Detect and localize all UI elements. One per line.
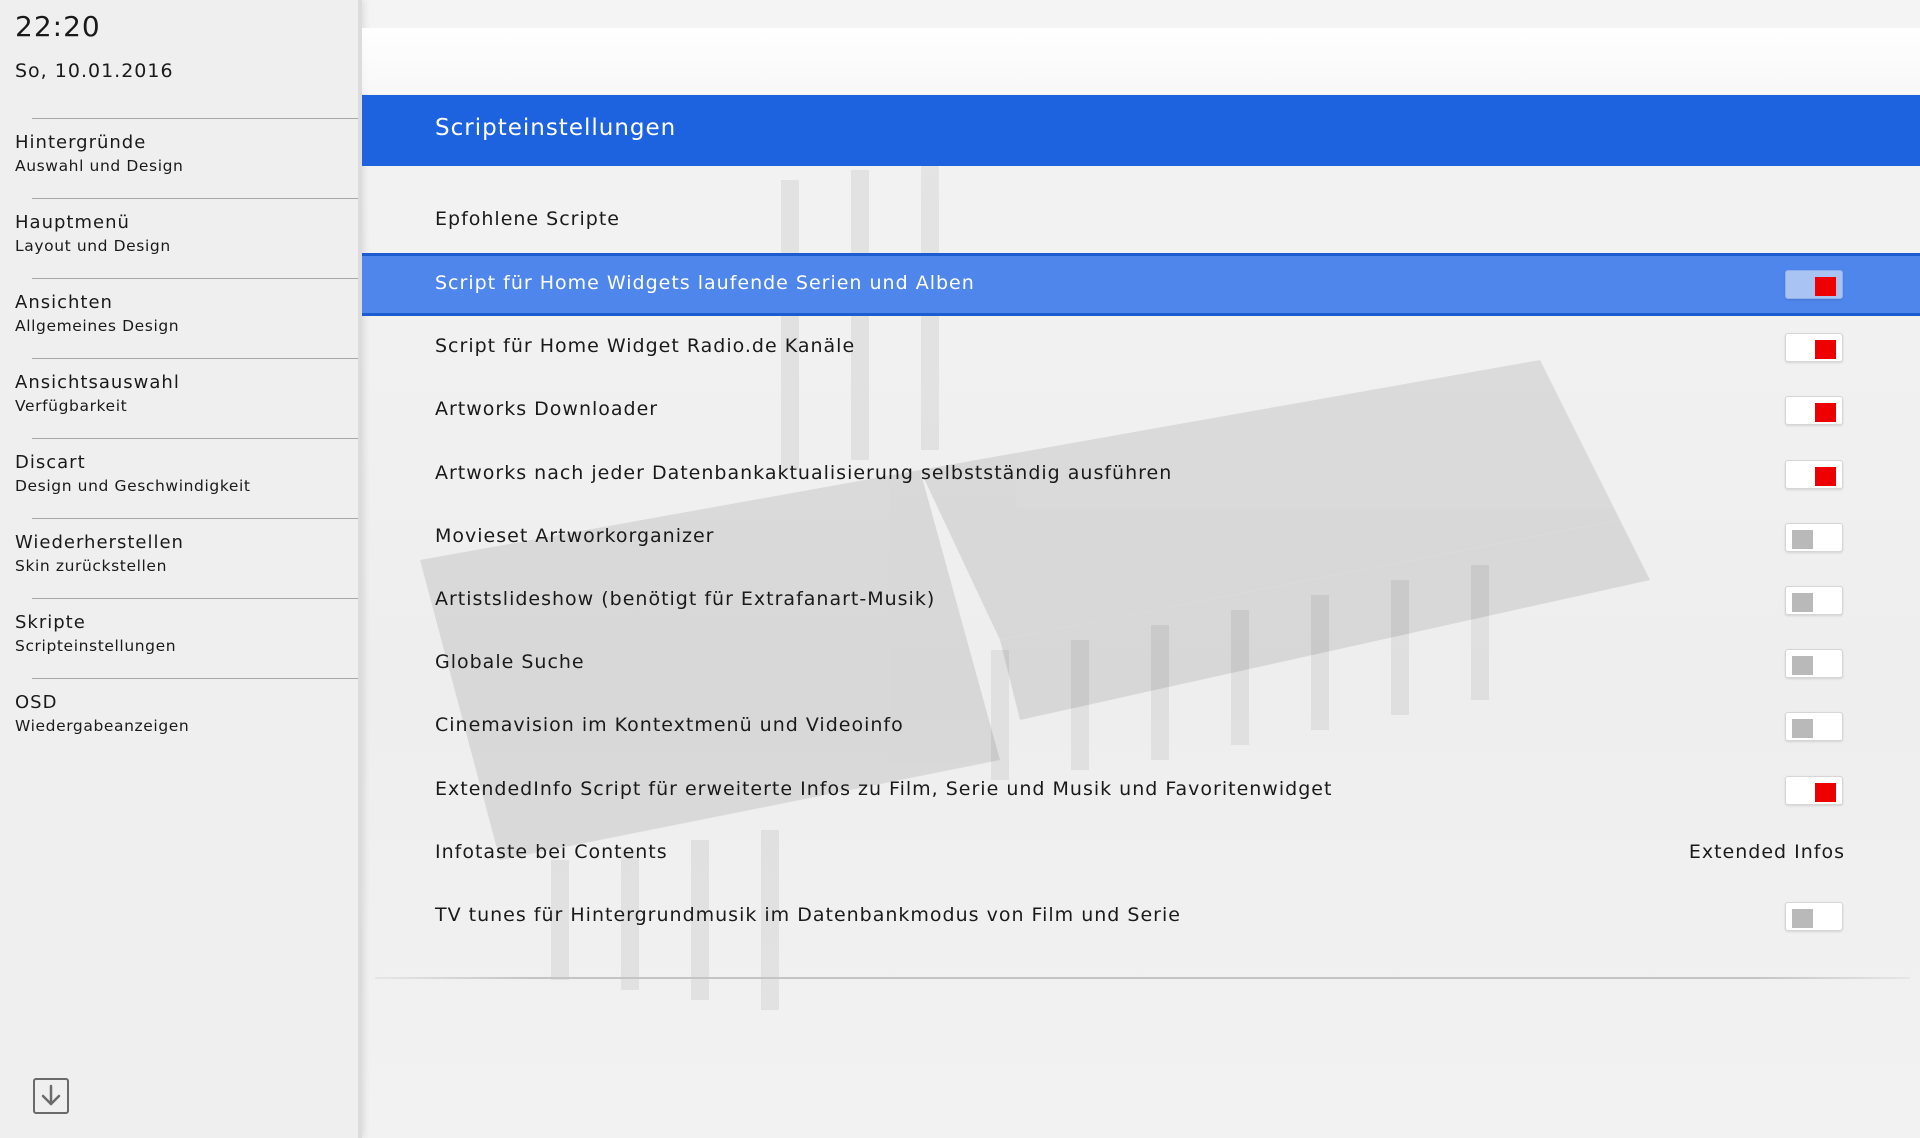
sidebar-item-wiederherstellen[interactable]: Wiederherstellen Skin zurückstellen [15, 518, 358, 598]
setting-row-movieset[interactable]: Movieset Artworkorganizer [362, 506, 1920, 569]
setting-label: Infotaste bei Contents [435, 840, 668, 863]
top-strip [362, 28, 1920, 94]
toggle-switch[interactable] [1785, 585, 1843, 615]
sidebar: 22:20 So, 10.01.2016 Hintergründe Auswah… [0, 0, 362, 1138]
setting-row-globale-suche[interactable]: Globale Suche [362, 632, 1920, 695]
header-bar: Scripteinstellungen [362, 95, 1920, 166]
toggle-knob [1792, 592, 1813, 612]
setting-label: ExtendedInfo Script für erweiterte Infos… [435, 777, 1333, 800]
arrow-down-icon [41, 1084, 61, 1106]
sidebar-item-hauptmenue[interactable]: Hauptmenü Layout und Design [15, 198, 358, 278]
scroll-down-button[interactable] [33, 1078, 69, 1114]
setting-row-extendedinfo[interactable]: ExtendedInfo Script für erweiterte Infos… [362, 759, 1920, 822]
sidebar-item-title: Ansichtsauswahl [15, 372, 180, 393]
setting-row-cinemavision[interactable]: Cinemavision im Kontextmenü und Videoinf… [362, 695, 1920, 758]
clock: 22:20 [15, 10, 101, 43]
setting-label: Cinemavision im Kontextmenü und Videoinf… [435, 714, 904, 737]
divider [375, 977, 1910, 979]
sidebar-item-osd[interactable]: OSD Wiedergabeanzeigen [15, 678, 358, 758]
sidebar-item-title: Ansichten [15, 292, 113, 313]
setting-value: Extended Infos [1688, 840, 1845, 863]
toggle-knob [1792, 908, 1813, 928]
toggle-switch[interactable] [1785, 522, 1843, 552]
sidebar-item-subtitle: Design und Geschwindigkeit [15, 477, 251, 495]
toggle-switch[interactable] [1785, 901, 1843, 931]
toggle-knob [1792, 719, 1813, 739]
setting-label: Movieset Artworkorganizer [435, 524, 715, 547]
setting-label: Artworks Downloader [435, 398, 659, 421]
page-title: Scripteinstellungen [435, 115, 677, 141]
sidebar-item-title: Skripte [15, 612, 86, 633]
section-heading: Epfohlene Scripte [435, 208, 620, 230]
date: So, 10.01.2016 [15, 60, 174, 82]
sidebar-item-title: Hauptmenü [15, 212, 130, 233]
sidebar-item-subtitle: Layout und Design [15, 237, 171, 255]
setting-row-artworks-downloader[interactable]: Artworks Downloader [362, 379, 1920, 442]
setting-label: Script für Home Widgets laufende Serien … [435, 272, 975, 294]
sidebar-item-hintergruende[interactable]: Hintergründe Auswahl und Design [15, 118, 358, 198]
toggle-switch[interactable] [1785, 459, 1843, 489]
setting-label: Globale Suche [435, 651, 585, 674]
setting-label: Artworks nach jeder Datenbankaktualisier… [435, 461, 1173, 484]
sidebar-item-skripte[interactable]: Skripte Scripteinstellungen [15, 598, 358, 678]
toggle-knob [1792, 656, 1813, 676]
toggle-knob [1792, 529, 1813, 549]
sidebar-item-discart[interactable]: Discart Design und Geschwindigkeit [15, 438, 358, 518]
sidebar-item-title: OSD [15, 692, 58, 713]
toggle-switch[interactable] [1785, 712, 1843, 742]
sidebar-item-subtitle: Auswahl und Design [15, 157, 184, 175]
toggle-knob [1815, 403, 1836, 423]
sidebar-item-title: Wiederherstellen [15, 532, 184, 553]
toggle-switch[interactable] [1785, 649, 1843, 679]
sidebar-item-ansichten[interactable]: Ansichten Allgemeines Design [15, 278, 358, 358]
toggle-switch[interactable] [1785, 270, 1843, 299]
toggle-switch[interactable] [1785, 775, 1843, 805]
setting-row-infotaste[interactable]: Infotaste bei Contents Extended Infos [362, 822, 1920, 885]
setting-row-home-widgets[interactable]: Script für Home Widgets laufende Serien … [362, 253, 1920, 317]
toggle-switch[interactable] [1785, 396, 1843, 426]
toggle-knob [1815, 340, 1836, 360]
sidebar-nav: Hintergründe Auswahl und Design Hauptmen… [0, 118, 358, 758]
setting-row-artistslideshow[interactable]: Artistslideshow (benötigt für Extrafanar… [362, 569, 1920, 632]
sidebar-item-title: Discart [15, 452, 86, 473]
settings-screen: 22:20 So, 10.01.2016 Hintergründe Auswah… [0, 0, 1920, 1138]
toggle-switch[interactable] [1785, 333, 1843, 363]
setting-label: TV tunes für Hintergrundmusik im Datenba… [435, 903, 1181, 926]
setting-row-tvtunes[interactable]: TV tunes für Hintergrundmusik im Datenba… [362, 885, 1920, 948]
sidebar-item-subtitle: Allgemeines Design [15, 317, 180, 335]
sidebar-item-subtitle: Verfügbarkeit [15, 397, 128, 415]
setting-row-artworks-auto[interactable]: Artworks nach jeder Datenbankaktualisier… [362, 443, 1920, 506]
setting-row-radio-widget[interactable]: Script für Home Widget Radio.de Kanäle [362, 316, 1920, 379]
sidebar-item-subtitle: Wiedergabeanzeigen [15, 717, 190, 735]
sidebar-item-ansichtsauswahl[interactable]: Ansichtsauswahl Verfügbarkeit [15, 358, 358, 438]
toggle-knob [1815, 782, 1836, 802]
sidebar-item-subtitle: Scripteinstellungen [15, 637, 177, 655]
setting-label: Artistslideshow (benötigt für Extrafanar… [435, 587, 936, 610]
sidebar-item-title: Hintergründe [15, 132, 147, 153]
toggle-knob [1815, 277, 1836, 296]
toggle-knob [1815, 466, 1836, 486]
settings-list: Script für Home Widgets laufende Serien … [362, 253, 1920, 948]
setting-label: Script für Home Widget Radio.de Kanäle [435, 335, 856, 358]
sidebar-item-subtitle: Skin zurückstellen [15, 557, 167, 575]
